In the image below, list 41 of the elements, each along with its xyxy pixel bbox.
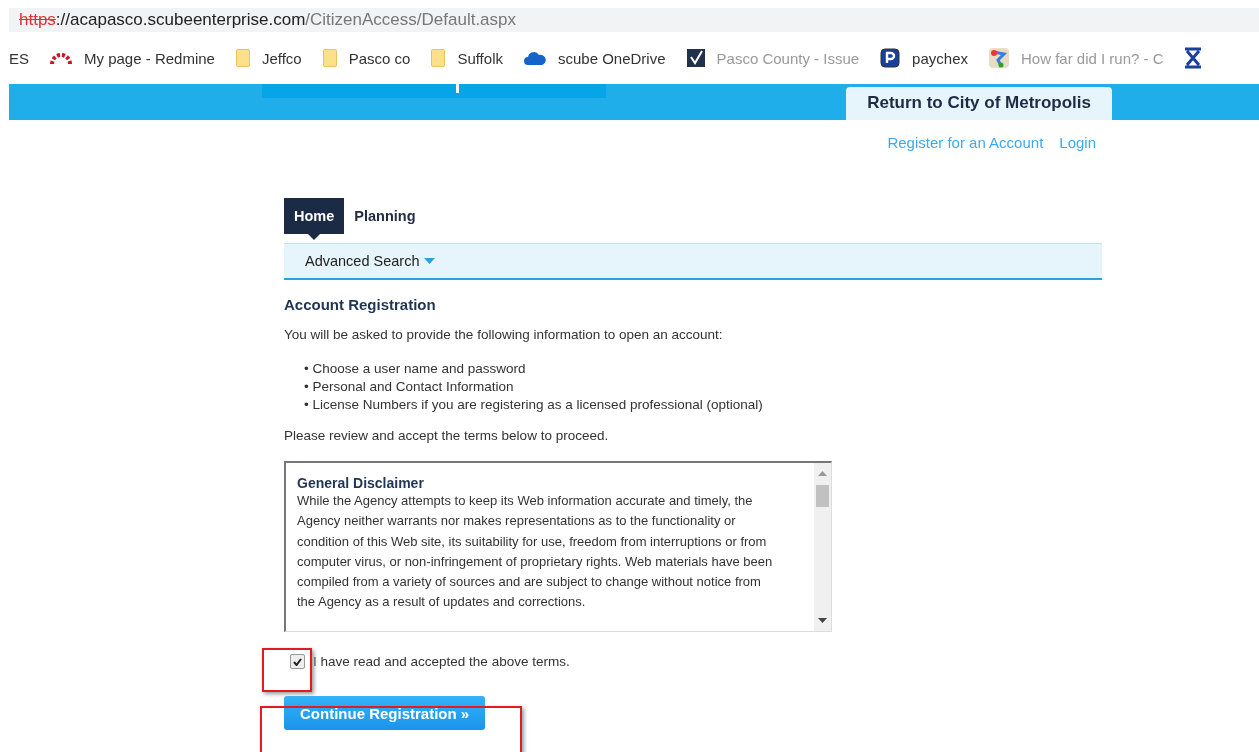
address-bar[interactable]: https://acapasco.scubeenterprise.com/CitizenAccess/Default.aspx xyxy=(9,8,1259,32)
highlight-box xyxy=(262,648,312,692)
map-icon xyxy=(989,48,1009,68)
scrollbar[interactable] xyxy=(814,463,831,631)
checkbox-label[interactable]: I have read and accepted the above terms. xyxy=(313,654,570,669)
dropdown-caret-icon[interactable] xyxy=(424,258,436,264)
return-link[interactable]: Return to City of Metropolis xyxy=(846,87,1112,120)
bookmark-logo-icon[interactable] xyxy=(1184,47,1201,69)
bookmark[interactable]: paychex xyxy=(880,48,968,68)
bookmark[interactable]: Pasco co xyxy=(322,49,411,67)
parking-icon xyxy=(880,48,901,68)
terms-text: While the Agency attempts to keep its Web information accurate and timely, the Agency neither warrants nor makes representations as to the functionality or condition of this Web site, its suitability for use, freedom from interruptions or from computer virus, or non-infringement of proprietary rights. Web materials have been compiled from a variety of sources and are subject to change without notice from the Agency as a result of updates and corrections. xyxy=(297,493,773,610)
scroll-thumb[interactable] xyxy=(816,485,829,507)
bookmark[interactable]: Suffolk xyxy=(431,49,503,67)
list-item: • Choose a user name and password xyxy=(304,361,526,376)
list-item: • License Numbers if you are registering as a licensed professional (optional) xyxy=(304,397,763,412)
subnav-link[interactable]: Advanced Search xyxy=(305,253,420,269)
url-scheme: https xyxy=(19,10,56,30)
list-item: • Personal and Contact Information xyxy=(304,379,514,394)
url-path: /CitizenAccess/Default.aspx xyxy=(305,10,517,30)
checkmark-icon xyxy=(686,49,705,67)
folder-icon xyxy=(322,49,337,67)
folder-icon xyxy=(235,49,250,67)
tab-pointer-icon xyxy=(308,234,321,240)
checkmark-icon xyxy=(293,657,302,666)
bookmark[interactable]: ES xyxy=(9,49,29,67)
url-host: ://acapasco.scubeenterprise.com xyxy=(55,10,306,30)
bookmark[interactable]: Jeffco xyxy=(235,49,302,67)
terms-title: General Disclaimer xyxy=(297,475,425,491)
scroll-up-icon[interactable] xyxy=(818,471,827,476)
folder-icon xyxy=(431,49,446,67)
section-title: Account Registration xyxy=(284,296,437,313)
intro-text: You will be asked to provide the following information to open an account: xyxy=(284,327,724,342)
arc-icon xyxy=(50,51,72,65)
scroll-down-icon[interactable] xyxy=(818,618,827,623)
cloud-icon xyxy=(523,51,546,65)
review-note: Please review and accept the terms below to proceed. xyxy=(284,428,610,443)
bookmark[interactable]: My page - Redmine xyxy=(50,49,215,67)
nav-tab[interactable]: Planning xyxy=(344,198,426,234)
accept-checkbox[interactable] xyxy=(290,654,305,669)
bookmark[interactable]: scube OneDrive xyxy=(523,49,666,67)
